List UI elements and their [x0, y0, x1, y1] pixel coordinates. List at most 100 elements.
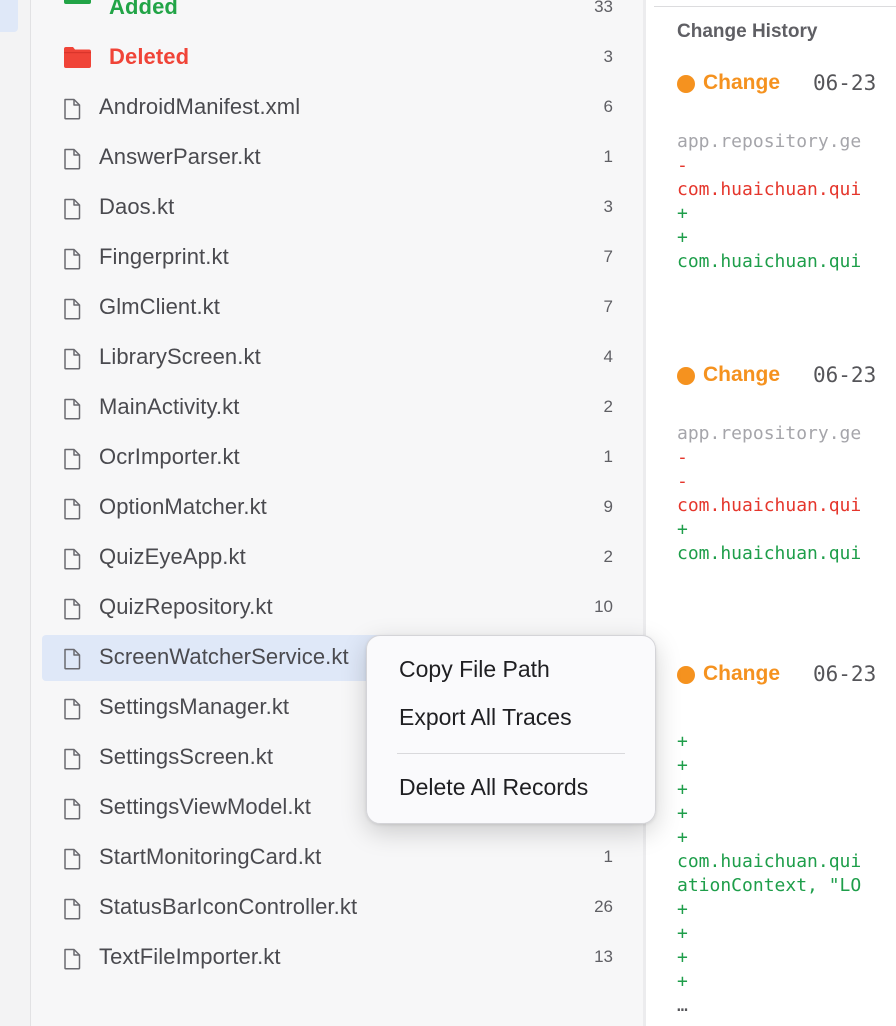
- file-name: Fingerprint.kt: [99, 244, 229, 269]
- diff-line: +: [677, 519, 688, 540]
- diff-line: +: [677, 971, 688, 992]
- file-name: StatusBarIconController.kt: [99, 894, 358, 919]
- diff-line: +: [677, 731, 688, 752]
- menu-separator: [397, 753, 625, 754]
- folder-row-deleted[interactable]: Deleted 3: [42, 35, 632, 81]
- file-name: ScreenWatcherService.kt: [99, 644, 349, 669]
- file-name: TextFileImporter.kt: [99, 944, 281, 969]
- diff-line: +: [677, 899, 688, 920]
- document-icon: [64, 948, 81, 970]
- document-icon: [64, 898, 81, 920]
- left-sidebar-selection[interactable]: [0, 0, 18, 32]
- file-row[interactable]: QuizEyeApp.kt 2: [42, 535, 632, 581]
- change-count: 9: [603, 497, 613, 516]
- file-row[interactable]: Daos.kt 3: [42, 185, 632, 231]
- diff-line: +: [677, 779, 688, 800]
- change-count: 2: [603, 397, 613, 416]
- diff-block: app.repository.ge - - com.huaichuan.qui + com…: [677, 422, 861, 566]
- document-icon: [64, 798, 81, 820]
- diff-block: + + + + + com.huaichuan.qui ationContext, "LO +…: [677, 730, 861, 1018]
- document-icon: [64, 398, 81, 420]
- document-icon: [64, 848, 81, 870]
- document-icon: [64, 448, 81, 470]
- menu-item-export-all-traces[interactable]: Export All Traces: [399, 704, 572, 731]
- change-count: 7: [603, 297, 613, 316]
- file-row[interactable]: QuizRepository.kt 10: [42, 585, 632, 631]
- change-count: 4: [603, 347, 613, 366]
- change-count: 1: [603, 847, 613, 866]
- change-count: 26: [594, 897, 613, 916]
- diff-line: -: [677, 447, 688, 468]
- file-row[interactable]: OptionMatcher.kt 9: [42, 485, 632, 531]
- change-count: 1: [603, 147, 613, 166]
- history-top-border: [654, 6, 896, 7]
- diff-line: com.huaichuan.qui: [677, 251, 862, 272]
- file-row[interactable]: AndroidManifest.xml 6: [42, 85, 632, 131]
- change-count: 3: [603, 197, 613, 216]
- document-icon: [64, 98, 81, 120]
- document-icon: [64, 598, 81, 620]
- menu-item-copy-file-path[interactable]: Copy File Path: [399, 656, 550, 683]
- file-name: SettingsScreen.kt: [99, 744, 274, 769]
- file-row[interactable]: GlmClient.kt 7: [42, 285, 632, 331]
- change-date: 06-23: [813, 363, 877, 387]
- change-count: 7: [603, 247, 613, 266]
- change-date: 06-23: [813, 71, 877, 95]
- file-row[interactable]: TextFileImporter.kt 13: [42, 935, 632, 981]
- change-dot-icon: [677, 666, 695, 684]
- diff-line: com.huaichuan.qui: [677, 851, 862, 872]
- change-label: Change: [703, 363, 781, 386]
- change-label: Change: [703, 71, 781, 94]
- file-name: QuizEyeApp.kt: [99, 544, 246, 569]
- diff-line: …: [677, 995, 688, 1016]
- document-icon: [64, 148, 81, 170]
- file-name: GlmClient.kt: [99, 294, 220, 319]
- diff-line: ationContext, "LO: [677, 875, 862, 896]
- file-list-panel: Added 33 Deleted 3 AndroidManifest.xml 6 A…: [31, 0, 643, 1026]
- file-name: OcrImporter.kt: [99, 444, 240, 469]
- left-sidebar-strip: [0, 0, 31, 1026]
- file-row[interactable]: MainActivity.kt 2: [42, 385, 632, 431]
- change-dot-icon: [677, 367, 695, 385]
- document-icon: [64, 548, 81, 570]
- file-name: LibraryScreen.kt: [99, 344, 261, 369]
- red-folder-icon: [64, 47, 91, 68]
- file-row[interactable]: Fingerprint.kt 7: [42, 235, 632, 281]
- file-row[interactable]: StatusBarIconController.kt 26: [42, 885, 632, 931]
- change-count: 13: [594, 947, 613, 966]
- document-icon: [64, 248, 81, 270]
- folder-row-added[interactable]: Added 33: [42, 0, 632, 31]
- document-icon: [64, 648, 81, 670]
- change-date: 06-23: [813, 662, 877, 686]
- diff-line: com.huaichuan.qui: [677, 179, 862, 200]
- folder-label: Deleted: [109, 44, 190, 69]
- file-row[interactable]: LibraryScreen.kt 4: [42, 335, 632, 381]
- diff-line: app.repository.ge: [677, 423, 862, 444]
- diff-line: app.repository.ge: [677, 131, 862, 152]
- diff-line: +: [677, 923, 688, 944]
- menu-item-delete-all-records[interactable]: Delete All Records: [399, 774, 588, 801]
- file-row[interactable]: AnswerParser.kt 1: [42, 135, 632, 181]
- history-title: Change History: [677, 21, 818, 42]
- document-icon: [64, 348, 81, 370]
- file-name: MainActivity.kt: [99, 394, 240, 419]
- change-count: 1: [603, 447, 613, 466]
- file-name: StartMonitoringCard.kt: [99, 844, 322, 869]
- file-name: SettingsManager.kt: [99, 694, 290, 719]
- diff-block: app.repository.ge - com.huaichuan.qui + + com…: [677, 130, 861, 274]
- document-icon: [64, 698, 81, 720]
- file-row[interactable]: StartMonitoringCard.kt 1: [42, 835, 632, 881]
- context-menu: Copy File Path Export All Traces Delete …: [366, 635, 656, 824]
- file-name: AnswerParser.kt: [99, 144, 261, 169]
- change-count: 3: [603, 47, 613, 66]
- diff-line: +: [677, 203, 688, 224]
- document-icon: [64, 298, 81, 320]
- green-folder-icon: [64, 0, 91, 4]
- diff-line: +: [677, 803, 688, 824]
- diff-line: +: [677, 947, 688, 968]
- file-row[interactable]: OcrImporter.kt 1: [42, 435, 632, 481]
- diff-line: -: [677, 471, 688, 492]
- diff-line: com.huaichuan.qui: [677, 543, 862, 564]
- change-label: Change: [703, 662, 781, 685]
- document-icon: [64, 198, 81, 220]
